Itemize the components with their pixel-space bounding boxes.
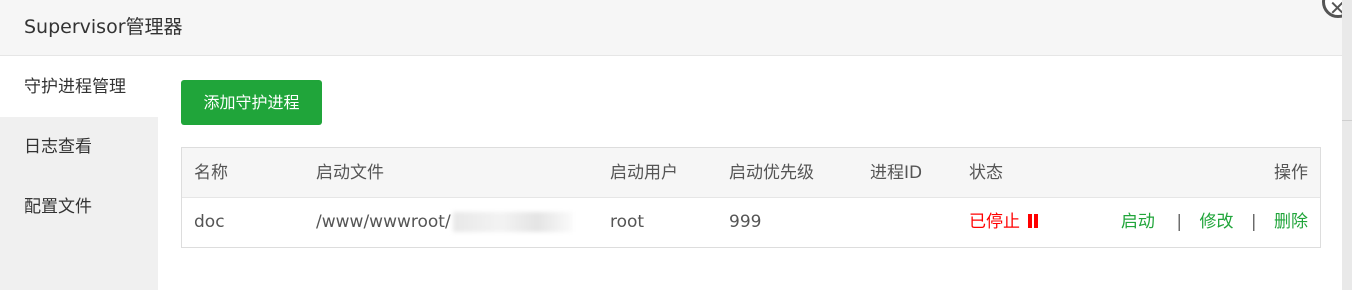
- action-separator: |: [1176, 212, 1183, 232]
- row-user: root: [610, 212, 645, 232]
- dialog-titlebar: Supervisor管理器: [0, 0, 1342, 56]
- redacted-blur: [452, 212, 573, 232]
- column-header-file: 启动文件: [316, 163, 384, 183]
- row-file: /www/wwwroot/: [316, 198, 573, 247]
- start-link[interactable]: 启动: [1121, 212, 1155, 232]
- table-header: 名称 启动文件 启动用户 启动优先级 进程ID 状态 操作: [182, 148, 1320, 198]
- sidebar-item-log-view[interactable]: 日志查看: [0, 117, 158, 177]
- process-table: 名称 启动文件 启动用户 启动优先级 进程ID 状态 操作 doc /www/w…: [181, 147, 1321, 248]
- edge-divider: [1342, 120, 1352, 121]
- sidebar: 守护进程管理 日志查看 配置文件: [0, 57, 158, 290]
- sidebar-item-config-file[interactable]: 配置文件: [0, 177, 158, 237]
- status-text: 已停止: [969, 212, 1020, 232]
- column-header-user: 启动用户: [610, 163, 678, 183]
- dialog-edge: [1342, 0, 1352, 290]
- column-header-name: 名称: [194, 163, 228, 183]
- table-row: doc /www/wwwroot/ root 999 已停止 启动 | 修改 |…: [182, 198, 1320, 247]
- row-priority: 999: [729, 212, 762, 232]
- add-daemon-button[interactable]: 添加守护进程: [181, 80, 322, 125]
- delete-link[interactable]: 删除: [1274, 212, 1308, 232]
- column-header-pid: 进程ID: [870, 163, 923, 183]
- row-file-path: /www/wwwroot/: [316, 212, 451, 232]
- main-content: 添加守护进程 名称 启动文件 启动用户 启动优先级 进程ID 状态 操作 doc…: [158, 57, 1342, 290]
- sidebar-item-daemon-manage[interactable]: 守护进程管理: [0, 57, 158, 117]
- pause-icon: [1028, 199, 1038, 228]
- column-header-status: 状态: [969, 163, 1003, 183]
- row-name: doc: [194, 212, 225, 232]
- edit-link[interactable]: 修改: [1199, 212, 1233, 232]
- row-actions: 启动 | 修改 | 删除: [1121, 198, 1308, 247]
- row-status: 已停止: [969, 198, 1038, 247]
- column-header-priority: 启动优先级: [729, 163, 814, 183]
- dialog-title: Supervisor管理器: [24, 16, 183, 38]
- action-separator: |: [1250, 212, 1257, 232]
- supervisor-dialog: Supervisor管理器 ✕ 守护进程管理 日志查看 配置文件 添加守护进程 …: [0, 0, 1352, 290]
- column-header-actions: 操作: [1274, 163, 1308, 183]
